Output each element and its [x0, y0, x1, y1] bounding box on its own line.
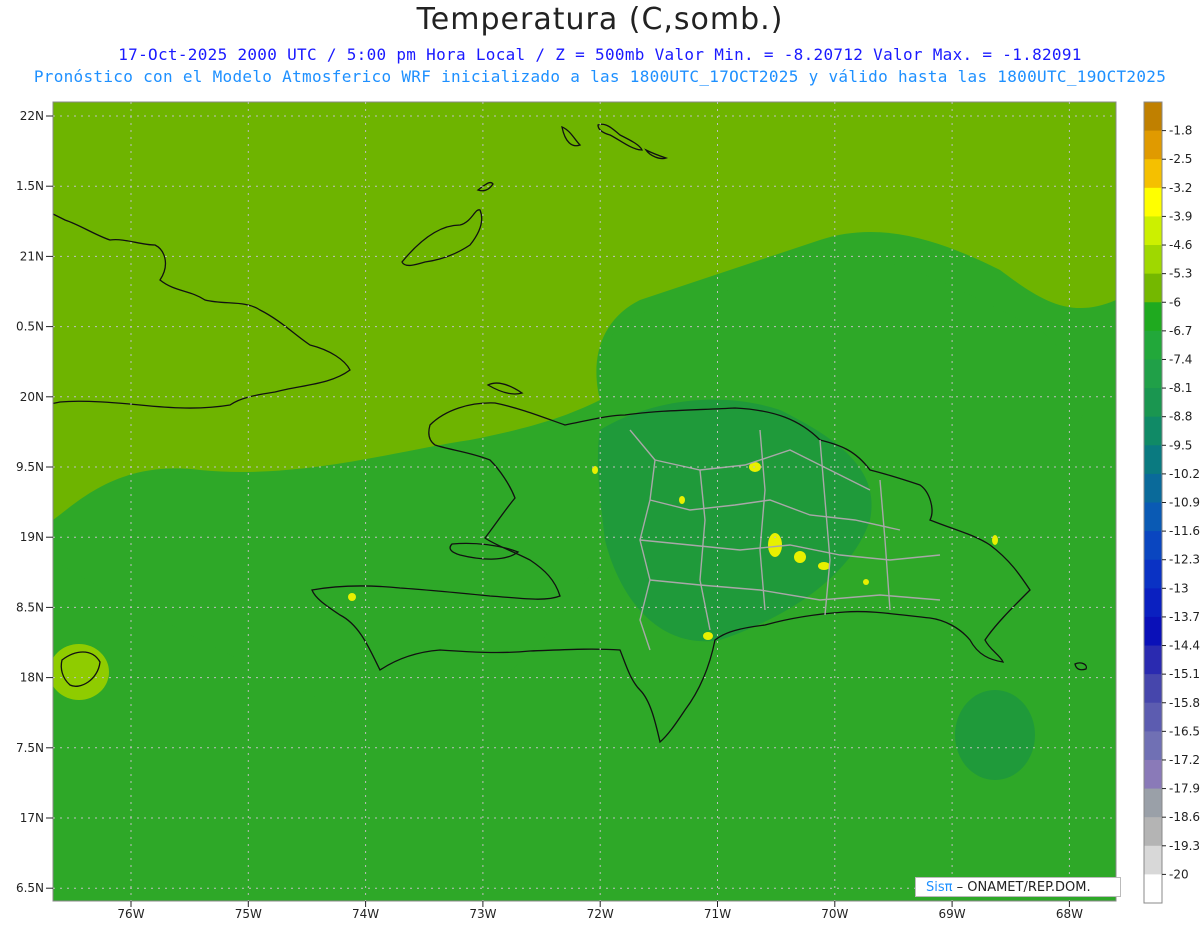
colorbar-swatch	[1144, 674, 1162, 704]
colorbar-swatch	[1144, 302, 1162, 332]
colorbar-swatch	[1144, 588, 1162, 618]
lat-tick-label: 17N	[20, 811, 44, 825]
colorbar-swatch	[1144, 731, 1162, 761]
colorbar-label: -15.1	[1169, 667, 1200, 681]
map-figure: 22N 1.5N 21N 0.5N 20N 9.5N 19N 8.5N 18N 7.5N 17N 6.…	[16, 101, 1200, 921]
lon-tick-label: 70W	[821, 907, 848, 921]
colorbar-swatch	[1144, 273, 1162, 303]
colorbar-label: -6	[1169, 295, 1181, 309]
lat-tick-label: 6.5N	[16, 881, 44, 895]
colorbar-label: -8.1	[1169, 381, 1192, 395]
credit-text: – ONAMET/REP.DOM.	[952, 880, 1091, 895]
lon-tick-label: 75W	[235, 907, 262, 921]
colorbar-label: -9.5	[1169, 438, 1192, 452]
colorbar-swatch	[1144, 445, 1162, 475]
lat-tick-label: 22N	[20, 109, 44, 123]
lat-tick-label: 9.5N	[16, 460, 44, 474]
colorbar-label: -5.3	[1169, 267, 1192, 281]
colorbar-label: -7.4	[1169, 352, 1192, 366]
colorbar-label: -1.8	[1169, 124, 1192, 138]
colorbar-label: -2.5	[1169, 152, 1192, 166]
lon-tick-label: 73W	[469, 907, 496, 921]
colorbar-label: -13.7	[1169, 610, 1200, 624]
colorbar-label: -3.9	[1169, 209, 1192, 223]
colorbar-swatch	[1144, 559, 1162, 589]
temperature-field	[53, 102, 1116, 901]
credit-box: Sisπ – ONAMET/REP.DOM.	[915, 877, 1121, 897]
lat-tick-label: 8.5N	[16, 600, 44, 614]
colorbar-swatch	[1144, 187, 1162, 217]
colorbar: -1.8 -2.5 -3.2 -3.9 -4.6 -5.3 -6 -6.7 -7.4 -8.1 -8…	[1143, 101, 1200, 904]
lat-tick-label: 7.5N	[16, 741, 44, 755]
colorbar-swatch	[1144, 817, 1162, 847]
colorbar-swatch	[1144, 130, 1162, 160]
colorbar-swatch	[1144, 759, 1162, 790]
colorbar-label: -11.6	[1169, 524, 1200, 538]
colorbar-swatch	[1144, 416, 1162, 446]
colorbar-label: -13	[1169, 581, 1189, 595]
colorbar-label: -17.9	[1169, 782, 1200, 796]
lat-tick-label: 0.5N	[16, 320, 44, 334]
lat-tick-label: 20N	[20, 390, 44, 404]
colorbar-label: -12.3	[1169, 553, 1200, 567]
colorbar-swatch	[1144, 645, 1162, 675]
colorbar-label: -14.4	[1169, 639, 1200, 653]
lon-tick-label: 74W	[352, 907, 379, 921]
colorbar-swatch	[1144, 702, 1162, 732]
colorbar-swatch	[1144, 845, 1162, 875]
colorbar-swatch	[1144, 788, 1162, 818]
colorbar-label: -3.2	[1169, 181, 1192, 195]
lon-tick-label: 76W	[117, 907, 144, 921]
colorbar-label: -10.2	[1169, 467, 1200, 481]
colorbar-swatch	[1144, 245, 1162, 275]
lat-tick-label: 1.5N	[16, 179, 44, 193]
lon-tick-label: 69W	[939, 907, 966, 921]
colorbar-swatch	[1144, 102, 1162, 132]
colorbar-swatch	[1144, 874, 1162, 904]
colorbar-label: -17.2	[1169, 753, 1200, 767]
colorbar-label: -19.3	[1169, 839, 1200, 853]
lon-tick-label: 71W	[704, 907, 731, 921]
colorbar-swatch	[1144, 531, 1162, 561]
colorbar-label: -15.8	[1169, 696, 1200, 710]
colorbar-swatch	[1144, 502, 1162, 532]
colorbar-swatch	[1144, 216, 1162, 246]
colorbar-label: -6.7	[1169, 324, 1192, 338]
colorbar-swatch	[1144, 330, 1162, 360]
colorbar-swatch	[1144, 359, 1162, 389]
lat-tick-label: 18N	[20, 671, 44, 685]
colorbar-label: -20	[1169, 867, 1189, 881]
colorbar-swatch	[1144, 159, 1162, 189]
credit-brand: Sisπ	[926, 880, 953, 895]
lon-tick-label: 72W	[587, 907, 614, 921]
lon-tick-label: 68W	[1056, 907, 1083, 921]
colorbar-label: -16.5	[1169, 724, 1200, 738]
colorbar-label: -10.9	[1169, 496, 1200, 510]
colorbar-swatch	[1144, 473, 1162, 503]
colorbar-swatch	[1144, 388, 1162, 418]
colorbar-label: -4.6	[1169, 238, 1192, 252]
colorbar-swatch	[1144, 616, 1162, 647]
colorbar-label: -18.6	[1169, 810, 1200, 824]
colorbar-label: -8.8	[1169, 410, 1192, 424]
lat-tick-label: 21N	[20, 249, 44, 263]
lat-tick-label: 19N	[20, 530, 44, 544]
